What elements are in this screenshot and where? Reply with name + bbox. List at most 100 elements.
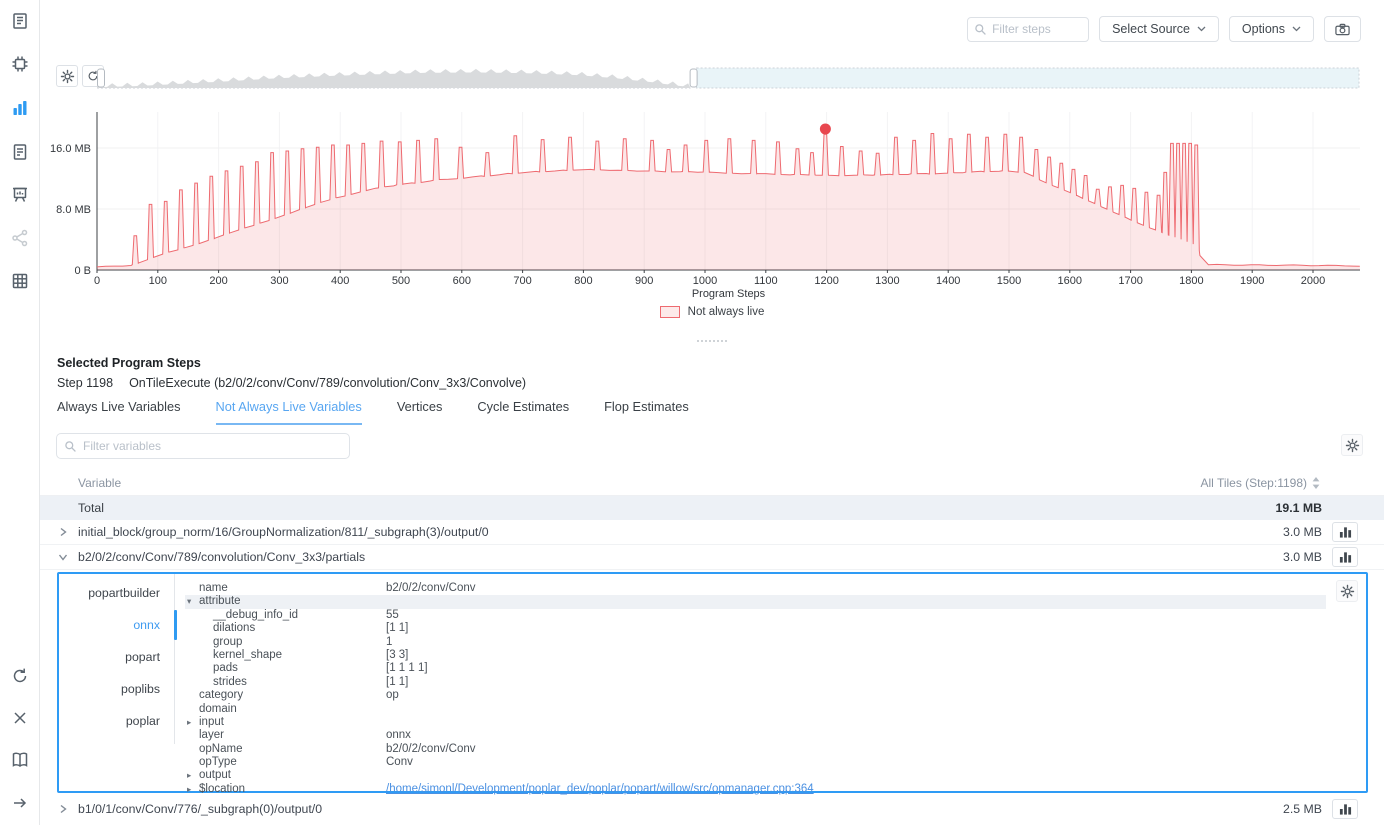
svg-text:0 B: 0 B (74, 265, 91, 277)
refresh-icon[interactable] (10, 666, 30, 686)
caret-down-icon[interactable]: ▾ (187, 595, 197, 608)
tree-row-input[interactable]: ▸input (185, 716, 1326, 729)
column-all-tiles-label: All Tiles (Step:1198) (1201, 476, 1308, 490)
chart-legend: Not always live (40, 306, 1384, 318)
tree-value: b2/0/2/conv/Conv (386, 582, 476, 595)
svg-text:100: 100 (149, 275, 167, 287)
tree-value: b2/0/2/conv/Conv (386, 743, 476, 756)
board-icon[interactable] (10, 185, 30, 205)
chevron-right-icon[interactable] (58, 527, 68, 537)
tab-cycle-estimates[interactable]: Cycle Estimates (477, 399, 569, 425)
svg-text:Program Steps: Program Steps (692, 288, 766, 300)
search-icon (974, 23, 987, 36)
gear-icon (60, 69, 75, 84)
total-label: Total (78, 501, 104, 515)
svg-text:2000: 2000 (1301, 275, 1325, 287)
svg-text:900: 900 (635, 275, 653, 287)
chart-settings-button[interactable] (56, 65, 78, 87)
tab-not-always-live-variables[interactable]: Not Always Live Variables (216, 399, 362, 425)
svg-text:1400: 1400 (936, 275, 960, 287)
table-settings-button[interactable] (1341, 434, 1363, 456)
camera-icon (1335, 23, 1350, 36)
selected-steps-section: Selected Program Steps Step 1198 OnTileE… (57, 356, 526, 390)
variables-table: Variable All Tiles (Step:1198) Total 19.… (40, 470, 1384, 570)
table-row[interactable]: initial_block/group_norm/16/GroupNormali… (40, 520, 1384, 545)
svg-text:400: 400 (331, 275, 349, 287)
variables-table-continued: b1/0/1/conv/Conv/776/_subgraph(0)/output… (40, 795, 1384, 823)
overview-strip[interactable] (97, 66, 1360, 90)
chevron-right-icon[interactable] (58, 804, 68, 814)
tab-always-live-variables[interactable]: Always Live Variables (57, 399, 181, 425)
tree-row-opType: opTypeConv (185, 756, 1326, 769)
row-graph-icon (1339, 526, 1352, 538)
grid-icon[interactable] (10, 271, 30, 291)
screenshot-button[interactable] (1324, 16, 1361, 42)
tree-row-strides: strides[1 1] (185, 676, 1326, 689)
row-graph-button[interactable] (1332, 522, 1358, 542)
detail-tab-onnx[interactable]: onnx (133, 618, 160, 632)
range-handle-right[interactable] (690, 69, 697, 87)
panel-resize-handle[interactable] (40, 340, 1384, 342)
svg-text:1200: 1200 (814, 275, 838, 287)
sidebar (0, 0, 40, 825)
detail-tab-popart[interactable]: popart (125, 650, 160, 664)
tree-key: __debug_info_id (213, 609, 298, 621)
select-source-button[interactable]: Select Source (1099, 16, 1219, 42)
tree-row-dilations: dilations[1 1] (185, 622, 1326, 635)
tree-value: 1 (386, 636, 392, 649)
select-source-label: Select Source (1112, 22, 1190, 36)
tree-row-opName: opNameb2/0/2/conv/Conv (185, 743, 1326, 756)
source-location-link[interactable]: /home/simonl/Development/poplar_dev/popl… (386, 783, 814, 795)
svg-text:1700: 1700 (1118, 275, 1142, 287)
book-icon[interactable] (10, 750, 30, 770)
tree-row-group: group1 (185, 636, 1326, 649)
tree-value: [1 1 1 1] (386, 662, 428, 675)
svg-text:1900: 1900 (1240, 275, 1264, 287)
arrow-right-icon[interactable] (10, 793, 30, 813)
tree-row-name: nameb2/0/2/conv/Conv (185, 582, 1326, 595)
tree-key: domain (199, 703, 237, 715)
tree-row-category: categoryop (185, 689, 1326, 702)
tree-key: strides (213, 676, 247, 688)
caret-right-icon[interactable]: ▸ (187, 769, 197, 782)
svg-text:800: 800 (574, 275, 592, 287)
table-row[interactable]: b2/0/2/conv/Conv/789/convolution/Conv_3x… (40, 545, 1384, 570)
options-button[interactable]: Options (1229, 16, 1314, 42)
report-icon[interactable] (10, 11, 30, 31)
detail-tab-poplar[interactable]: poplar (126, 714, 160, 728)
column-all-tiles[interactable]: All Tiles (Step:1198) (1201, 476, 1321, 490)
svg-text:1000: 1000 (693, 275, 717, 287)
detail-settings-button[interactable] (1336, 580, 1358, 602)
detail-tab-popartbuilder[interactable]: popartbuilder (88, 586, 160, 600)
filter-variables-input[interactable] (56, 433, 350, 459)
toolbar: Select Source Options (967, 16, 1361, 42)
chevron-down-icon[interactable] (58, 552, 68, 562)
tree-row-attribute[interactable]: ▾attribute (185, 595, 1326, 608)
svg-text:200: 200 (209, 275, 227, 287)
options-label: Options (1242, 22, 1285, 36)
document-icon[interactable] (10, 142, 30, 162)
table-row-total: Total 19.1 MB (40, 496, 1384, 520)
tree-value: 55 (386, 609, 399, 622)
tab-flop-estimates[interactable]: Flop Estimates (604, 399, 689, 425)
detail-tab-poplibs[interactable]: poplibs (121, 682, 160, 696)
variable-name: b2/0/2/conv/Conv/789/convolution/Conv_3x… (78, 550, 365, 564)
table-row[interactable]: b1/0/1/conv/Conv/776/_subgraph(0)/output… (40, 795, 1384, 823)
share-icon (10, 228, 30, 248)
chip-icon[interactable] (10, 54, 30, 74)
close-icon[interactable] (10, 708, 30, 728)
row-graph-button[interactable] (1332, 799, 1358, 819)
row-graph-button[interactable] (1332, 547, 1358, 567)
table-header: Variable All Tiles (Step:1198) (40, 470, 1384, 496)
range-handle-left[interactable] (98, 69, 105, 87)
tree-key: dilations (213, 622, 255, 634)
total-value: 19.1 MB (1276, 501, 1322, 515)
tree-row-output[interactable]: ▸output (185, 769, 1326, 782)
memory-chart[interactable]: 0100200300400500600700800900100011001200… (40, 98, 1384, 304)
svg-text:700: 700 (513, 275, 531, 287)
bar-chart-icon[interactable] (10, 98, 30, 118)
column-variable: Variable (78, 476, 121, 490)
caret-right-icon[interactable]: ▸ (187, 716, 197, 729)
svg-text:1500: 1500 (997, 275, 1021, 287)
tab-vertices[interactable]: Vertices (397, 399, 443, 425)
